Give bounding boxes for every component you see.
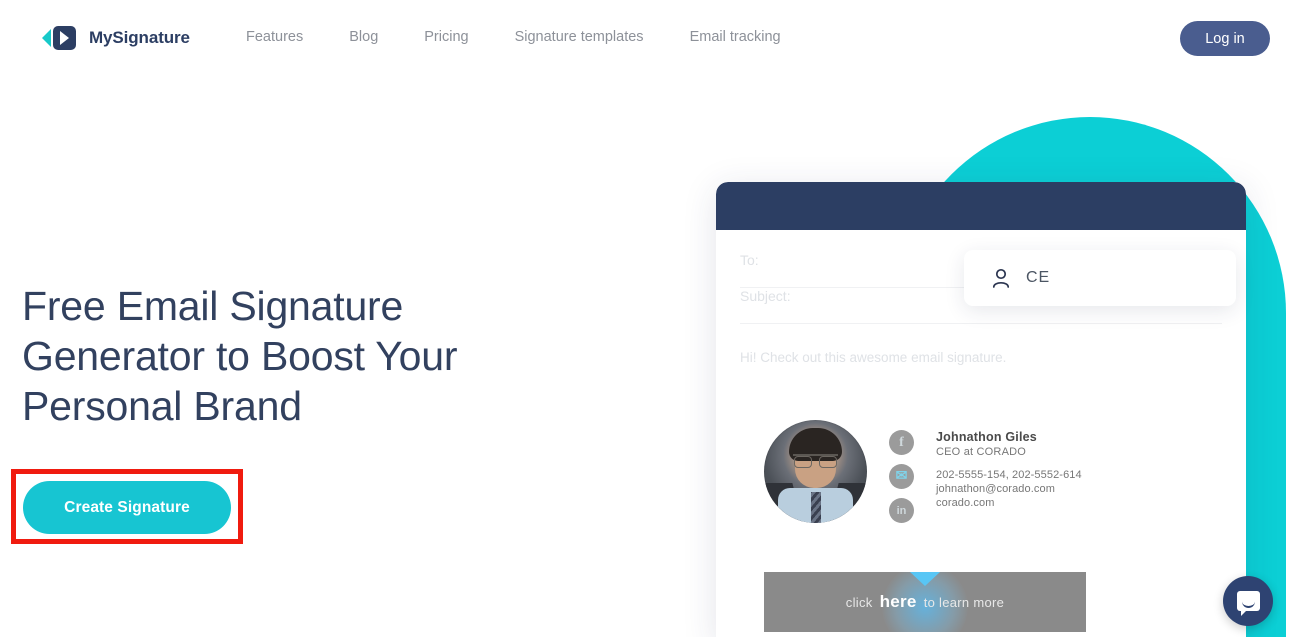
signature-job-title: CEO at CORADO [936,446,1027,458]
nav-item-blog[interactable]: Blog [349,29,378,45]
signature-details: Johnathon Giles CEO at CORADO 202-5555-1… [936,420,1082,509]
subject-label: Subject: [740,288,791,304]
banner-text: click here to learn more [846,592,1004,612]
nav-item-pricing[interactable]: Pricing [424,29,468,45]
nav-item-email-tracking[interactable]: Email tracking [690,29,781,45]
brand-name: MySignature [89,28,190,47]
brand-logo[interactable]: MySignature [42,24,190,52]
twitter-icon[interactable]: ✉ [889,464,914,489]
landing-page: MySignature Features Blog Pricing Signat… [0,0,1300,637]
signature-website: corado.com [936,497,995,509]
hero-section: Free Email Signature Generator to Boost … [22,281,582,431]
banner-suffix: to learn more [923,595,1005,610]
facebook-icon[interactable]: f [889,430,914,455]
create-signature-button[interactable]: Create Signature [23,481,231,534]
email-greeting-text: Hi! Check out this awesome email signatu… [740,350,1007,365]
signature-phone: 202-5555-154, 202-5552-614 [936,469,1082,481]
recipient-autocomplete-popover[interactable]: CE [964,250,1236,306]
signature-person-name: Johnathon Giles [936,430,1037,444]
signature-email: johnathon@corado.com [936,483,1055,495]
autocomplete-text: CE [1026,269,1051,286]
banner-emphasis: here [879,592,917,611]
main-nav: Features Blog Pricing Signature template… [246,29,781,45]
signature-promo-banner[interactable]: click here to learn more [764,572,1086,632]
portrait-photo [764,420,867,523]
nav-item-signature-templates[interactable]: Signature templates [515,29,644,45]
linkedin-icon[interactable]: in [889,498,914,523]
nav-item-features[interactable]: Features [246,29,303,45]
email-signature-block: f ✉ in Johnathon Giles CEO at CORADO 202… [764,420,1082,523]
banner-prefix: click [845,595,873,610]
mysignature-logo-icon [42,24,78,52]
chat-bubble-icon [1236,591,1260,616]
person-icon [992,268,1010,288]
page-title: Free Email Signature Generator to Boost … [22,283,458,429]
site-header: MySignature Features Blog Pricing Signat… [0,0,1300,78]
to-label: To: [740,252,759,268]
banner-arrow-icon [910,572,940,586]
email-window-titlebar [716,182,1246,230]
chat-launcher-button[interactable] [1223,576,1273,626]
signature-social-icons: f ✉ in [889,420,914,523]
log-in-button[interactable]: Log in [1180,21,1270,56]
